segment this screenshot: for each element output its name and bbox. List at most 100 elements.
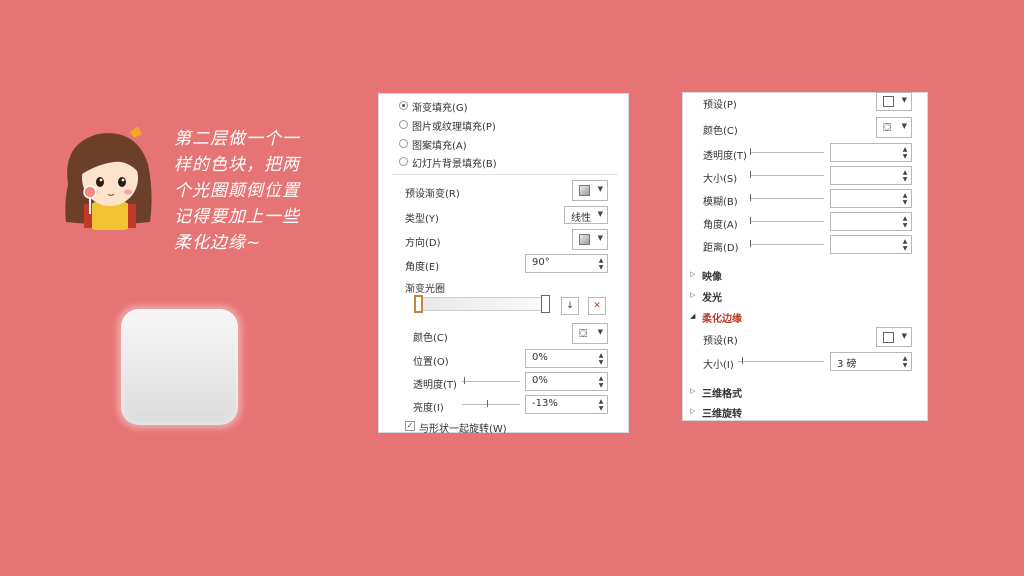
angle-label: 角度(E) xyxy=(405,262,440,273)
chevron-down-icon: ▼ xyxy=(901,332,907,340)
shadow-transparency-slider[interactable] xyxy=(750,152,824,153)
slider-thumb[interactable] xyxy=(750,194,751,201)
remove-gradient-stop-icon[interactable]: ✕ xyxy=(588,297,606,315)
stop-transparency-spinbox[interactable]: 0% ▲ ▼ xyxy=(525,372,608,391)
chevron-down-icon: ▼ xyxy=(597,210,603,218)
section-3d-format[interactable]: 三维格式 xyxy=(702,385,742,400)
shadow-preset-dropdown[interactable]: ▼ xyxy=(876,92,912,111)
paint-bucket-icon: ⛋ xyxy=(883,121,892,134)
section-glow[interactable]: 发光 xyxy=(702,289,722,304)
shadow-distance-label: 距离(D) xyxy=(703,243,739,254)
pattern-fill-radio[interactable] xyxy=(399,139,408,148)
spin-arrows-icon[interactable]: ▲ ▼ xyxy=(901,146,909,160)
gradient-shape-preview xyxy=(121,309,238,425)
spin-arrows-icon[interactable]: ▲ ▼ xyxy=(901,215,909,229)
shadow-distance-spinbox[interactable]: ▲ ▼ xyxy=(830,235,912,254)
brightness-label: 亮度(I) xyxy=(413,403,444,414)
rotate-with-shape-label: 与形状一起旋转(W) xyxy=(419,424,507,435)
spin-arrows-icon[interactable]: ▲ ▼ xyxy=(901,192,909,206)
section-3d-rotation[interactable]: 三维旋转 xyxy=(702,405,742,420)
stop-color-dropdown[interactable]: ⛋ ▼ xyxy=(572,323,608,344)
picture-fill-label: 图片或纹理填充(P) xyxy=(412,122,496,133)
caption-line: 个光圈颠倒位置 xyxy=(174,181,300,201)
spin-arrows-icon[interactable]: ▲ ▼ xyxy=(901,238,909,252)
soft-edges-preset-dropdown[interactable]: ▼ xyxy=(876,327,912,347)
chevron-down-icon: ▼ xyxy=(901,122,907,130)
soft-edges-size-slider[interactable] xyxy=(738,361,824,362)
gradient-stop[interactable] xyxy=(541,295,550,313)
shadow-angle-slider[interactable] xyxy=(750,221,824,222)
stop-transparency-label: 透明度(T) xyxy=(413,380,457,391)
cartoon-girl-illustration xyxy=(58,124,158,230)
section-soft-edges[interactable]: 柔化边缘 xyxy=(702,310,742,325)
spin-arrows-icon[interactable]: ▲ ▼ xyxy=(597,375,605,389)
slider-thumb[interactable] xyxy=(750,148,751,155)
section-reflection[interactable]: 映像 xyxy=(702,268,722,283)
slider-thumb[interactable] xyxy=(750,171,751,178)
caption-line: 柔化边缘~ xyxy=(174,233,262,253)
expand-triangle-icon[interactable]: ▷ xyxy=(690,407,695,415)
spin-arrows-icon[interactable]: ▲ ▼ xyxy=(597,352,605,366)
shadow-size-spinbox[interactable]: ▲ ▼ xyxy=(830,166,912,185)
add-gradient-stop-icon[interactable]: ↓ xyxy=(561,297,579,315)
gradient-stops-bar[interactable] xyxy=(418,297,550,311)
direction-label: 方向(D) xyxy=(405,238,441,249)
collapse-triangle-icon[interactable]: ◢ xyxy=(690,312,695,320)
spin-arrows-icon[interactable]: ▲ ▼ xyxy=(597,257,605,271)
shadow-transparency-spinbox[interactable]: ▲ ▼ xyxy=(830,143,912,162)
shadow-angle-spinbox[interactable]: ▲ ▼ xyxy=(830,212,912,231)
spin-arrows-icon[interactable]: ▲ ▼ xyxy=(901,169,909,183)
stop-position-spinbox[interactable]: 0% ▲ ▼ xyxy=(525,349,608,368)
transparency-slider-thumb[interactable] xyxy=(464,377,465,384)
soft-edges-size-spinbox[interactable]: 3 磅 ▲ ▼ xyxy=(830,352,912,371)
shadow-distance-slider[interactable] xyxy=(750,244,824,245)
brightness-value: -13% xyxy=(532,398,558,409)
preset-swatch-icon xyxy=(883,332,894,343)
chevron-down-icon: ▼ xyxy=(597,234,603,242)
transparency-slider[interactable] xyxy=(462,381,520,382)
shadow-transparency-label: 透明度(T) xyxy=(703,151,747,162)
angle-spinbox[interactable]: 90° ▲ ▼ xyxy=(525,254,608,273)
gradient-fill-radio[interactable] xyxy=(399,101,408,110)
stop-position-label: 位置(O) xyxy=(413,357,449,368)
direction-swatch-icon xyxy=(579,234,590,245)
type-dropdown[interactable]: 线性 ▼ xyxy=(564,206,608,224)
brightness-slider[interactable] xyxy=(462,404,520,405)
direction-dropdown[interactable]: ▼ xyxy=(572,229,608,250)
gradient-stop-selected[interactable] xyxy=(414,295,423,313)
chevron-down-icon: ▼ xyxy=(597,328,603,336)
slider-thumb[interactable] xyxy=(750,217,751,224)
expand-triangle-icon[interactable]: ▷ xyxy=(690,270,695,278)
tutorial-caption: 第二层做一个一 样的色块，把两 个光圈颠倒位置 记得要加上一些 柔化边缘~ xyxy=(174,126,344,256)
chevron-down-icon: ▼ xyxy=(597,185,603,193)
preset-gradient-dropdown[interactable]: ▼ xyxy=(572,180,608,201)
slide-background-fill-radio[interactable] xyxy=(399,157,408,166)
shadow-blur-slider[interactable] xyxy=(750,198,824,199)
gradient-swatch-icon xyxy=(579,185,590,196)
type-value: 线性 xyxy=(571,213,591,224)
shadow-size-label: 大小(S) xyxy=(703,174,738,185)
brightness-spinbox[interactable]: -13% ▲ ▼ xyxy=(525,395,608,414)
rotate-with-shape-checkbox[interactable]: ✓ xyxy=(405,421,415,431)
shadow-color-dropdown[interactable]: ⛋ ▼ xyxy=(876,117,912,138)
shadow-color-label: 颜色(C) xyxy=(703,126,738,137)
shadow-blur-spinbox[interactable]: ▲ ▼ xyxy=(830,189,912,208)
slider-thumb[interactable] xyxy=(742,357,743,364)
shadow-size-slider[interactable] xyxy=(750,175,824,176)
picture-fill-radio[interactable] xyxy=(399,120,408,129)
spin-arrows-icon[interactable]: ▲ ▼ xyxy=(597,398,605,412)
caption-line: 样的色块，把两 xyxy=(174,155,300,175)
soft-edges-preset-label: 预设(R) xyxy=(703,336,738,347)
caption-line: 第二层做一个一 xyxy=(174,129,300,149)
brightness-slider-thumb[interactable] xyxy=(487,400,488,407)
expand-triangle-icon[interactable]: ▷ xyxy=(690,291,695,299)
gradient-stops-label: 渐变光圈 xyxy=(405,284,445,295)
angle-value: 90° xyxy=(532,257,550,268)
type-label: 类型(Y) xyxy=(405,214,439,225)
spin-arrows-icon[interactable]: ▲ ▼ xyxy=(901,355,909,369)
paint-bucket-icon: ⛋ xyxy=(579,327,588,340)
stop-color-label: 颜色(C) xyxy=(413,333,448,344)
expand-triangle-icon[interactable]: ▷ xyxy=(690,387,695,395)
slider-thumb[interactable] xyxy=(750,240,751,247)
soft-edges-size-label: 大小(I) xyxy=(703,360,734,371)
